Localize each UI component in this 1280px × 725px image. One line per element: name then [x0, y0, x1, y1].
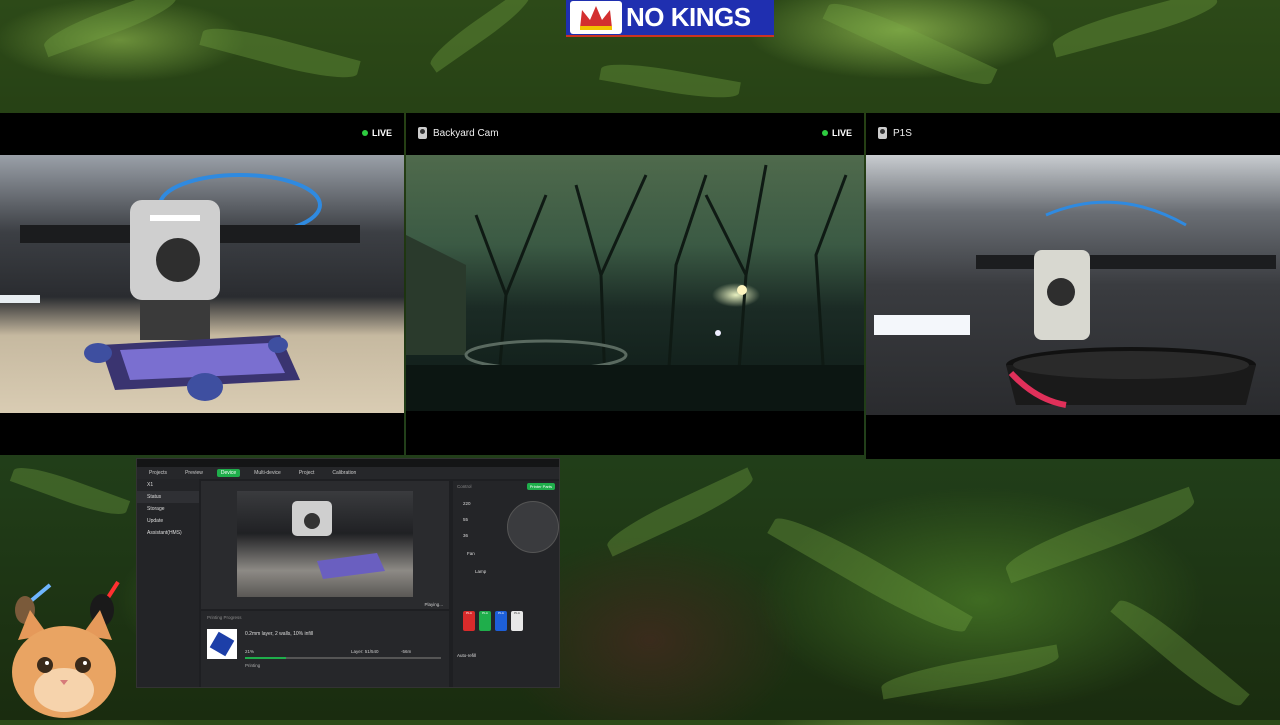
- camera-feed[interactable]: [866, 155, 1280, 415]
- ams-slot-2[interactable]: PLA: [479, 611, 491, 631]
- model-thumbnail: [207, 629, 237, 659]
- sidebar-item-assistant[interactable]: Assistant(HMS): [137, 527, 199, 539]
- control-label: Control: [457, 484, 472, 489]
- camera-feed[interactable]: [406, 155, 864, 411]
- app-sidebar: X1 Status Storage Update Assistant(HMS): [137, 479, 199, 687]
- layer-text: Layer: 51/540: [351, 649, 379, 654]
- camera-panel-p1s: P1S: [866, 113, 1280, 459]
- camera-header: Backyard Cam LIVE: [406, 113, 864, 153]
- camera-name: P1S: [893, 127, 912, 139]
- camera-panel-printer-1: LIVE: [0, 113, 404, 455]
- chamber-temp: 36: [463, 533, 469, 538]
- banner-text: NO KINGS: [626, 2, 751, 32]
- print-progress-panel: Printing Progress 0.2mm layer, 2 walls, …: [201, 611, 449, 687]
- app-titlebar: [137, 459, 559, 467]
- print-progress-label: Printing Progress: [207, 615, 242, 620]
- live-dot-icon: [821, 130, 828, 136]
- live-dot-icon: [361, 130, 368, 136]
- camera-icon: [418, 127, 427, 139]
- sidebar-item-status[interactable]: Status: [137, 491, 199, 503]
- crown-logo-icon: [570, 1, 622, 34]
- camera-feed[interactable]: [0, 155, 404, 413]
- camera-icon: [878, 127, 887, 139]
- ams-slot-4[interactable]: PLA: [511, 611, 523, 631]
- nav-calibration[interactable]: Calibration: [328, 469, 360, 477]
- kitten-mascot: [0, 580, 130, 720]
- ams-slot-1[interactable]: PLA: [463, 611, 475, 631]
- app-camera-preview[interactable]: [237, 491, 413, 597]
- nav-multi-device[interactable]: Multi-device: [250, 469, 285, 477]
- live-indicator: LIVE: [821, 128, 852, 138]
- bed-temp[interactable]: 55: [463, 517, 468, 522]
- camera-header: LIVE: [0, 113, 404, 153]
- print-progress-bar: [245, 657, 441, 659]
- nav-project[interactable]: Project: [295, 469, 319, 477]
- no-kings-banner: NO KINGS: [566, 0, 774, 37]
- print-description: 0.2mm layer, 2 walls, 10% infill: [245, 631, 314, 637]
- axis-control-dial[interactable]: [507, 501, 559, 553]
- nozzle-temp[interactable]: 220: [463, 501, 471, 506]
- sidebar-item-update[interactable]: Update: [137, 515, 199, 527]
- nav-preview[interactable]: Preview: [181, 469, 207, 477]
- control-panel: Control Printer Parts 220 55 36 Fan Lamp…: [453, 481, 559, 687]
- app-nav-bar: Projects Preview Device Multi-device Pro…: [137, 467, 559, 479]
- ams-slot-3[interactable]: PLA: [495, 611, 507, 631]
- lamp-label[interactable]: Lamp: [475, 569, 486, 574]
- fan-label[interactable]: Fan: [467, 551, 475, 556]
- app-video-area: Playing...: [201, 481, 449, 609]
- camera-panel-backyard: Backyard Cam LIVE: [406, 113, 864, 455]
- camera-name: Backyard Cam: [433, 127, 499, 139]
- live-indicator: LIVE: [361, 128, 392, 138]
- sidebar-header[interactable]: X1: [137, 479, 199, 491]
- nav-projects[interactable]: Projects: [145, 469, 171, 477]
- auto-refill-button[interactable]: Auto-refill: [457, 653, 476, 658]
- video-status: Playing...: [424, 602, 443, 607]
- remaining-time: -56m: [401, 649, 412, 654]
- printing-status: Printing: [245, 663, 261, 668]
- sidebar-item-storage[interactable]: Storage: [137, 503, 199, 515]
- printer-parts-button[interactable]: Printer Parts: [526, 483, 555, 490]
- printer-app-window: Projects Preview Device Multi-device Pro…: [136, 458, 560, 688]
- camera-header: P1S: [866, 113, 1280, 153]
- progress-percent: 21%: [245, 649, 255, 654]
- nav-device[interactable]: Device: [216, 469, 241, 477]
